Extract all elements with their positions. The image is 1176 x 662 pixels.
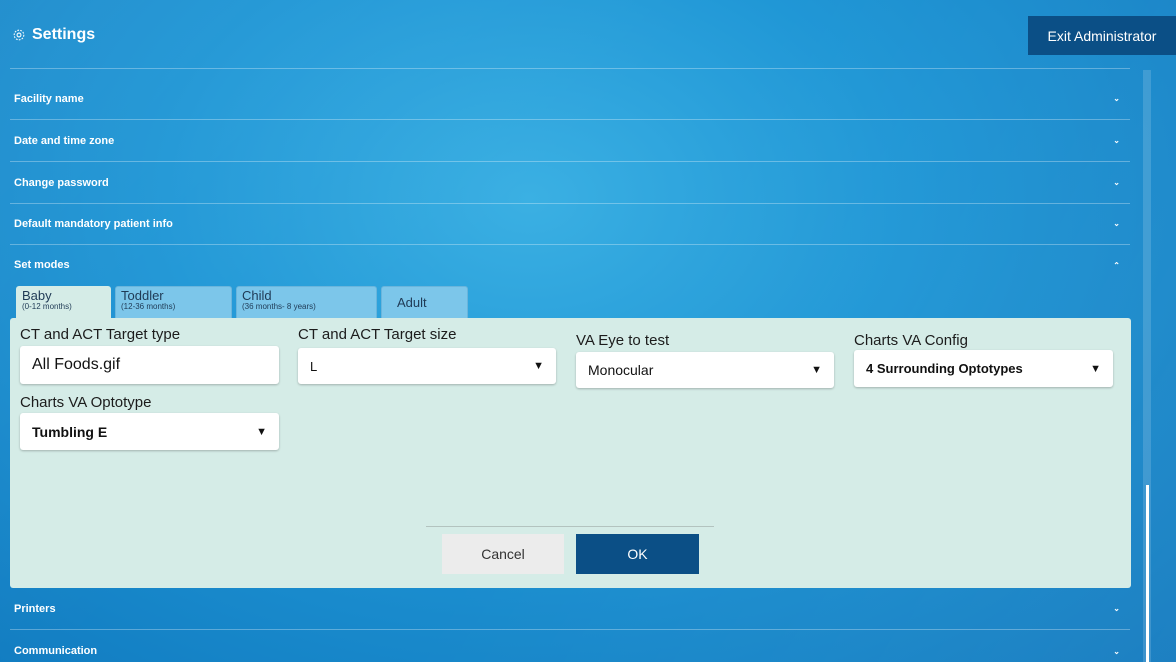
caret-down-icon: ▼ — [533, 360, 544, 372]
tab-label: Child — [242, 288, 272, 303]
tab-label: Baby — [22, 288, 52, 303]
target-size-select[interactable]: L ▼ — [298, 348, 556, 384]
tab-baby[interactable]: Baby (0-12 months) — [16, 286, 111, 320]
chevron-down-icon: ⌄ — [1113, 178, 1120, 187]
top-bar: Settings Exit Administrator — [0, 0, 1176, 70]
charts-config-select[interactable]: 4 Surrounding Optotypes ▼ — [854, 350, 1113, 387]
section-date-time-zone[interactable]: Date and time zone ⌄ — [10, 120, 1130, 162]
optotype-label: Charts VA Optotype — [20, 394, 152, 411]
tab-label: Adult — [397, 295, 427, 310]
section-label: Communication — [14, 645, 98, 657]
chevron-up-icon: ⌃ — [1113, 260, 1120, 270]
set-modes-panel: CT and ACT Target type All Foods.gif CT … — [10, 318, 1131, 588]
tab-age-range: (12-36 months) — [121, 302, 176, 311]
scrollbar-thumb[interactable] — [1146, 485, 1149, 662]
chevron-down-icon: ⌄ — [1113, 604, 1120, 613]
caret-down-icon: ▼ — [256, 425, 267, 438]
section-label: Facility name — [14, 92, 84, 105]
chevron-down-icon: ⌄ — [1113, 219, 1120, 228]
target-type-label: CT and ACT Target type — [20, 326, 181, 343]
section-default-mandatory-info[interactable]: Default mandatory patient info ⌄ — [10, 203, 1130, 245]
optotype-select[interactable]: Tumbling E ▼ — [20, 413, 279, 450]
chevron-down-icon: ⌄ — [1113, 646, 1120, 656]
tab-adult[interactable]: Adult — [381, 286, 468, 318]
charts-config-label: Charts VA Config — [854, 332, 968, 349]
section-label: Default mandatory patient info — [14, 217, 173, 230]
section-label: Change password — [14, 176, 109, 189]
chevron-down-icon: ⌄ — [1113, 94, 1120, 103]
section-communication[interactable]: Communication ⌄ — [10, 630, 1130, 662]
tab-toddler[interactable]: Toddler (12-36 months) — [115, 286, 232, 318]
exit-administrator-button[interactable]: Exit Administrator — [1028, 16, 1176, 55]
charts-config-value: 4 Surrounding Optotypes — [866, 361, 1023, 376]
gear-icon — [13, 29, 25, 41]
section-printers[interactable]: Printers ⌄ — [10, 588, 1130, 630]
section-label: Date and time zone — [14, 134, 115, 147]
divider — [426, 526, 714, 527]
section-label: Set modes — [14, 259, 70, 271]
page-title-text: Settings — [32, 26, 96, 43]
chevron-down-icon: ⌄ — [1113, 136, 1120, 145]
optotype-value: Tumbling E — [32, 423, 108, 440]
tab-age-range: (0-12 months) — [22, 302, 72, 311]
target-size-value: L — [310, 358, 318, 374]
eye-to-test-label: VA Eye to test — [576, 332, 670, 349]
eye-to-test-select[interactable]: Monocular ▼ — [576, 352, 834, 388]
target-type-input[interactable]: All Foods.gif — [20, 346, 279, 384]
eye-to-test-value: Monocular — [588, 362, 654, 378]
section-set-modes[interactable]: Set modes ⌃ — [10, 244, 1130, 286]
section-facility-name[interactable]: Facility name ⌄ — [10, 78, 1130, 120]
divider — [10, 68, 1130, 69]
ok-button[interactable]: OK — [576, 534, 699, 574]
tab-label: Toddler — [121, 288, 164, 303]
target-size-label: CT and ACT Target size — [298, 326, 457, 343]
caret-down-icon: ▼ — [1090, 362, 1101, 375]
cancel-button[interactable]: Cancel — [442, 534, 564, 574]
tab-child[interactable]: Child (36 months- 8 years) — [236, 286, 377, 318]
section-change-password[interactable]: Change password ⌄ — [10, 162, 1130, 204]
tab-age-range: (36 months- 8 years) — [242, 302, 316, 311]
target-type-value: All Foods.gif — [32, 356, 121, 373]
section-label: Printers — [14, 602, 56, 615]
caret-down-icon: ▼ — [811, 364, 822, 376]
page-title: Settings — [12, 26, 95, 44]
